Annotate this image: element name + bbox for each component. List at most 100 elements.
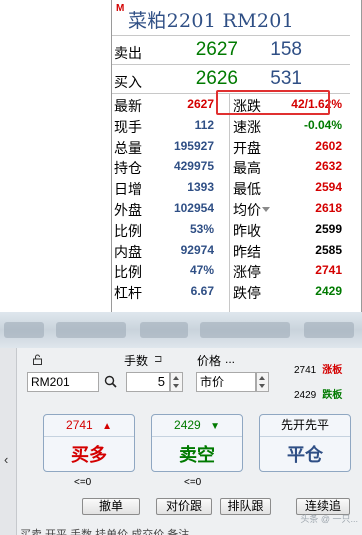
blurred-block xyxy=(304,322,354,338)
bid-price: 2626 xyxy=(195,68,238,89)
close-position-button[interactable]: 先开先平 平仓 xyxy=(259,414,351,472)
quote-value: 102954 xyxy=(173,201,214,215)
ask-row[interactable]: 卖出 2627 158 xyxy=(112,36,350,65)
arrow-down-icon: ▼ xyxy=(210,421,220,432)
price-more-button[interactable]: ... xyxy=(225,352,235,366)
qty-input[interactable]: 5 xyxy=(126,372,170,392)
price-label: 价格 xyxy=(197,354,222,368)
quote-value: 2602 xyxy=(315,138,342,153)
quote-value: 2599 xyxy=(315,221,342,236)
quote-label: 现手 xyxy=(114,118,142,135)
limit-up-price: 2741 xyxy=(294,365,317,376)
quote-label: 最低 xyxy=(233,181,261,198)
dropdown-triangle-icon[interactable] xyxy=(262,207,270,212)
quote-label: 速涨 xyxy=(233,118,261,135)
blurred-block xyxy=(56,322,126,338)
stepper-down-icon[interactable] xyxy=(259,384,265,388)
quote-label: 开盘 xyxy=(233,139,261,156)
quote-label: 最高 xyxy=(233,160,261,177)
buy-price: 2741 xyxy=(66,418,93,432)
market-marker: M xyxy=(116,3,125,14)
stepper-up-icon[interactable] xyxy=(259,376,265,380)
quote-row: 总量 195927 开盘 2602 xyxy=(112,136,350,157)
quote-label: 外盘 xyxy=(114,202,142,218)
follow-opposite-price-button[interactable]: 对价跟 xyxy=(156,498,212,515)
quote-label: 比例 xyxy=(114,264,142,281)
trade-panel: ‹ 手数 ⊐ 价格 ... 5 市价 2741 涨板 2429 跌板 2741 ▲ … xyxy=(0,348,362,535)
quote-value: -0.04% xyxy=(303,117,342,132)
search-icon[interactable] xyxy=(104,375,117,388)
ask-price: 2627 xyxy=(195,39,238,60)
quote-row: 外盘 102954 均价 2618 xyxy=(112,198,350,219)
quote-value: 92974 xyxy=(180,242,214,257)
price-select[interactable]: 市价 xyxy=(196,372,256,392)
quote-value: 2429 xyxy=(315,284,342,299)
close-mode-label: 先开先平 xyxy=(260,415,350,437)
quote-value: 6.67 xyxy=(190,284,214,299)
quote-value: 2632 xyxy=(315,159,342,174)
ask-volume: 158 xyxy=(270,39,302,60)
blurred-block xyxy=(4,322,44,338)
ask-label: 卖出 xyxy=(114,45,142,61)
quote-label: 跌停 xyxy=(233,285,261,302)
quote-label: 最新 xyxy=(114,98,142,114)
quote-row: 比例 53% 昨收 2599 xyxy=(112,219,350,240)
price-stepper[interactable] xyxy=(256,372,269,392)
quote-label: 涨停 xyxy=(233,264,261,281)
quote-row: 日增 1393 最低 2594 xyxy=(112,177,350,198)
quote-label: 昨结 xyxy=(233,243,261,260)
contract-input[interactable] xyxy=(27,372,99,392)
sell-short-button[interactable]: 2429 ▼ 卖空 xyxy=(151,414,243,472)
quote-label: 杠杆 xyxy=(114,285,142,302)
quote-row: 内盘 92974 昨结 2585 xyxy=(112,240,350,261)
limit-up-label[interactable]: 涨板 xyxy=(322,365,342,376)
quote-title-bar: M 菜粕2201 RM201 xyxy=(112,0,350,36)
contract-title: 菜粕2201 RM201 xyxy=(128,10,295,32)
quote-label: 均价 xyxy=(233,202,261,218)
bid-label: 买入 xyxy=(114,74,142,90)
buy-long-button[interactable]: 2741 ▲ 买多 xyxy=(43,414,135,472)
sell-price-bar: 2429 ▼ xyxy=(152,415,242,437)
quote-value: 2618 xyxy=(315,201,342,215)
last-price-highlight xyxy=(216,90,330,115)
last-price: 2627 xyxy=(187,97,214,111)
quote-value: 2594 xyxy=(315,180,342,195)
quote-value: 2741 xyxy=(315,263,342,278)
quote-label: 日增 xyxy=(114,181,142,198)
stepper-up-icon[interactable] xyxy=(173,376,179,380)
qty-stepper[interactable] xyxy=(170,372,183,392)
quote-value: 112 xyxy=(194,117,214,132)
stepper-down-icon[interactable] xyxy=(173,384,179,388)
limit-up-info: 2741 涨板 xyxy=(294,361,342,376)
quote-value: 2585 xyxy=(315,242,342,257)
quote-value: 53% xyxy=(189,221,214,236)
buy-price-bar: 2741 ▲ xyxy=(44,415,134,437)
limit-down-info: 2429 跌板 xyxy=(294,386,342,401)
panel-collapse-bar[interactable]: ‹ xyxy=(0,348,17,535)
follow-queue-price-button[interactable]: 排队跟 xyxy=(220,498,271,515)
lock-icon[interactable] xyxy=(32,354,43,365)
limit-down-label[interactable]: 跌板 xyxy=(322,390,342,401)
orders-table-header: 买卖 开平 手数 挂单价 成交价 备注 xyxy=(20,529,190,535)
quote-value: 1393 xyxy=(187,180,214,195)
quote-row: 现手 112 速涨 -0.04% xyxy=(112,115,350,136)
quote-row: 持仓 429975 最高 2632 xyxy=(112,156,350,177)
collapse-arrow-icon[interactable]: ‹ xyxy=(4,452,8,467)
close-position-label: 平仓 xyxy=(287,445,323,466)
quote-panel: M 菜粕2201 RM201 卖出 2627 158 买入 2626 531 最… xyxy=(112,0,362,312)
quote-label: 昨收 xyxy=(233,222,261,239)
quote-label: 持仓 xyxy=(114,160,142,177)
arrow-up-icon: ▲ xyxy=(102,421,112,432)
sell-available-count: <=0 xyxy=(184,477,202,488)
qty-label: 手数 xyxy=(124,354,149,368)
quote-value: 429975 xyxy=(173,159,214,174)
blurred-block xyxy=(140,322,188,338)
quote-label: 总量 xyxy=(114,139,142,156)
qty-option-icon[interactable]: ⊐ xyxy=(154,354,162,365)
cancel-order-button[interactable]: 撤单 xyxy=(82,498,140,515)
blurred-toolbar xyxy=(0,312,362,348)
sell-short-label: 卖空 xyxy=(179,445,215,466)
limit-down-price: 2429 xyxy=(294,390,317,401)
blurred-block xyxy=(200,322,290,338)
bid-volume: 531 xyxy=(270,68,302,89)
